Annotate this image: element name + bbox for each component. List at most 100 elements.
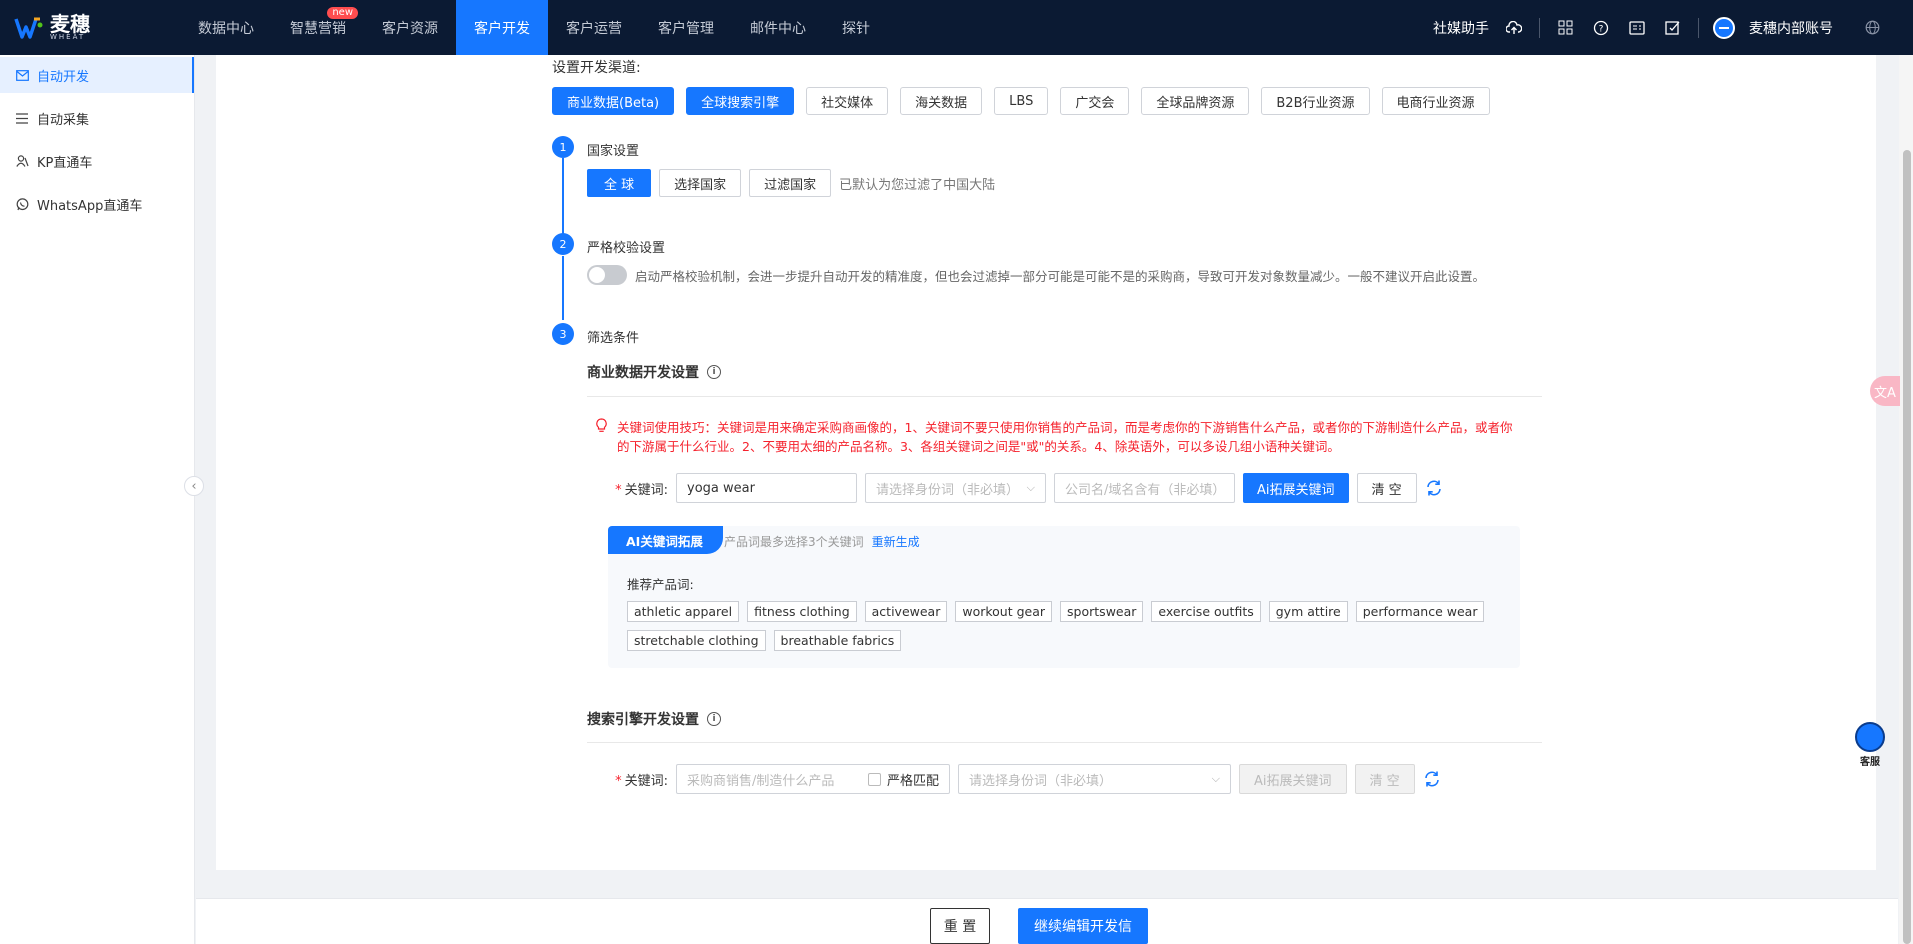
nav-mail-center[interactable]: 邮件中心 xyxy=(732,0,824,55)
sidebar-item-auto-collect[interactable]: 自动采集 xyxy=(0,100,194,136)
sidebar-item-kp[interactable]: KP直通车 xyxy=(0,143,194,179)
keyword-tag[interactable]: gym attire xyxy=(1268,601,1348,622)
search-settings-title: 搜索引擎开发设置 i xyxy=(587,709,721,729)
search-keyword-label-text: 关键词: xyxy=(624,773,668,789)
channel-customs-data[interactable]: 海关数据 xyxy=(900,87,983,115)
refresh-icon[interactable] xyxy=(1425,479,1443,497)
keyword-tag[interactable]: sportswear xyxy=(1060,601,1144,622)
biz-identity-select[interactable]: 请选择身份词（非必填） ⌵ xyxy=(865,473,1046,503)
country-select-button[interactable]: 选择国家 xyxy=(659,169,742,197)
nav-customer-operation[interactable]: 客户运营 xyxy=(548,0,640,55)
keyword-tip: 关键词使用技巧：关键词是用来确定采购商画像的，1、关键词不要只使用你销售的产品词… xyxy=(595,418,1515,456)
channel-b2b[interactable]: B2B行业资源 xyxy=(1261,87,1370,115)
biz-company-input[interactable]: 公司名/域名含有（非必填） xyxy=(1054,473,1235,503)
channel-ecommerce[interactable]: 电商行业资源 xyxy=(1381,87,1490,115)
ai-keyword-hint: 产品词最多选择3个关键词 重新生成 xyxy=(724,533,920,550)
nav-label: 客户运营 xyxy=(566,20,622,37)
ai-keyword-panel: AI关键词拓展 产品词最多选择3个关键词 重新生成 推荐产品词: athleti… xyxy=(608,526,1520,668)
sidebar-item-auto-develop[interactable]: 自动开发 xyxy=(0,57,194,93)
info-icon[interactable]: i xyxy=(707,712,721,726)
sidebar-item-whatsapp[interactable]: WhatsApp直通车 xyxy=(0,186,194,222)
social-assistant-link[interactable]: 社媒助手 xyxy=(1433,18,1489,38)
channel-social-media[interactable]: 社交媒体 xyxy=(806,87,889,115)
search-keyword-row: * 关键词: 采购商销售/制造什么产品 严格匹配 请选择身份词（非必填） ⌵ Ai… xyxy=(608,764,1441,794)
task-edit-icon[interactable] xyxy=(1662,17,1684,39)
ai-hint-text: 产品词最多选择3个关键词 xyxy=(724,535,864,549)
biz-keyword-input[interactable]: yoga wear xyxy=(676,473,857,503)
search-ai-expand-button[interactable]: Ai拓展关键词 xyxy=(1239,764,1347,794)
strict-match-label: 严格匹配 xyxy=(886,773,939,789)
keyword-tag[interactable]: performance wear xyxy=(1355,601,1485,622)
nav-label: 客户开发 xyxy=(474,20,530,37)
help-icon[interactable]: ? xyxy=(1590,17,1612,39)
divider xyxy=(587,742,1542,743)
keyword-tag[interactable]: breathable fabrics xyxy=(773,630,902,651)
customer-service-widget[interactable]: 客服 xyxy=(1853,722,1887,768)
regenerate-link[interactable]: 重新生成 xyxy=(872,533,920,550)
reset-button[interactable]: 重 置 xyxy=(930,908,990,944)
account-name[interactable]: 麦穗内部账号 xyxy=(1749,18,1833,38)
strict-check-toggle[interactable] xyxy=(587,265,627,285)
cloud-upload-icon[interactable] xyxy=(1503,17,1525,39)
nav-label: 智慧营销 xyxy=(290,20,346,37)
ai-keyword-tab[interactable]: AI关键词拓展 xyxy=(608,526,723,554)
chevron-left-icon: ‹ xyxy=(191,478,197,494)
scrollbar-thumb[interactable] xyxy=(1903,150,1911,944)
translate-float-button[interactable]: 文A xyxy=(1870,376,1900,406)
nav-label: 客户管理 xyxy=(658,20,714,37)
search-keyword-placeholder: 采购商销售/制造什么产品 xyxy=(687,773,835,789)
brand-name: 麦穗 xyxy=(50,11,90,36)
brand-logo[interactable]: 麦穗 WHEAT xyxy=(0,0,180,55)
country-hint: 已默认为您过滤了中国大陆 xyxy=(839,177,996,193)
user-avatar[interactable] xyxy=(1713,16,1735,39)
channel-lbs[interactable]: LBS xyxy=(994,87,1049,115)
channel-global-search[interactable]: 全球搜索引擎 xyxy=(686,87,795,115)
nav-label: 邮件中心 xyxy=(750,20,806,37)
search-clear-button[interactable]: 清 空 xyxy=(1354,764,1415,794)
refresh-icon[interactable] xyxy=(1423,770,1441,788)
keyword-tag[interactable]: workout gear xyxy=(955,601,1053,622)
chevron-down-icon: ⌵ xyxy=(1026,481,1035,494)
nav-customer-resources[interactable]: 客户资源 xyxy=(364,0,456,55)
sidebar: 自动开发 自动采集 KP直通车 WhatsApp直通车 xyxy=(0,55,195,944)
nav-customer-management[interactable]: 客户管理 xyxy=(640,0,732,55)
whatsapp-icon xyxy=(15,197,29,211)
channel-global-brands[interactable]: 全球品牌资源 xyxy=(1141,87,1250,115)
biz-ai-expand-button[interactable]: Ai拓展关键词 xyxy=(1243,473,1349,503)
nav-label: 探针 xyxy=(842,20,870,37)
country-filter-button[interactable]: 过滤国家 xyxy=(749,169,832,197)
step-1-badge: 1 xyxy=(552,136,574,158)
search-keyword-input[interactable]: 采购商销售/制造什么产品 严格匹配 xyxy=(676,764,950,794)
step-2-badge: 2 xyxy=(552,233,574,255)
biz-identity-placeholder: 请选择身份词（非必填） xyxy=(876,482,1020,498)
info-icon[interactable]: i xyxy=(707,365,721,379)
nav-data-center[interactable]: 数据中心 xyxy=(180,0,272,55)
search-identity-select[interactable]: 请选择身份词（非必填） ⌵ xyxy=(958,764,1231,794)
globe-icon[interactable] xyxy=(1861,17,1883,39)
channel-business-data[interactable]: 商业数据(Beta) xyxy=(552,87,675,115)
biz-clear-button[interactable]: 清 空 xyxy=(1356,473,1417,503)
sidebar-collapse-button[interactable]: ‹ xyxy=(184,476,204,496)
people-icon xyxy=(15,154,29,168)
apps-grid-icon[interactable] xyxy=(1554,17,1576,39)
continue-edit-button[interactable]: 继续编辑开发信 xyxy=(1018,908,1148,944)
keyword-tag[interactable]: athletic apparel xyxy=(627,601,740,622)
country-global-button[interactable]: 全 球 xyxy=(587,169,652,197)
channel-canton-fair[interactable]: 广交会 xyxy=(1060,87,1130,115)
checkbox-icon xyxy=(867,772,881,786)
keyword-tag[interactable]: fitness clothing xyxy=(747,601,857,622)
chevron-down-icon: ⌵ xyxy=(1211,772,1220,785)
contact-card-icon[interactable] xyxy=(1626,17,1648,39)
nav-probe[interactable]: 探针 xyxy=(824,0,888,55)
nav-customer-development[interactable]: 客户开发 xyxy=(456,0,548,55)
keyword-tag[interactable]: activewear xyxy=(864,601,948,622)
recommend-label: 推荐产品词: xyxy=(627,577,694,592)
keyword-tag[interactable]: exercise outfits xyxy=(1151,601,1261,622)
nav-label: 数据中心 xyxy=(198,20,254,37)
nav-smart-marketing[interactable]: 智慧营销 new xyxy=(272,0,364,55)
country-options: 全 球 选择国家 过滤国家 已默认为您过滤了中国大陆 xyxy=(587,169,995,197)
keyword-tag[interactable]: stretchable clothing xyxy=(627,630,766,651)
channel-selector: 商业数据(Beta) 全球搜索引擎 社交媒体 海关数据 LBS 广交会 全球品牌… xyxy=(552,87,1490,115)
mail-icon xyxy=(15,68,29,82)
strict-match-checkbox[interactable]: 严格匹配 xyxy=(867,770,939,789)
